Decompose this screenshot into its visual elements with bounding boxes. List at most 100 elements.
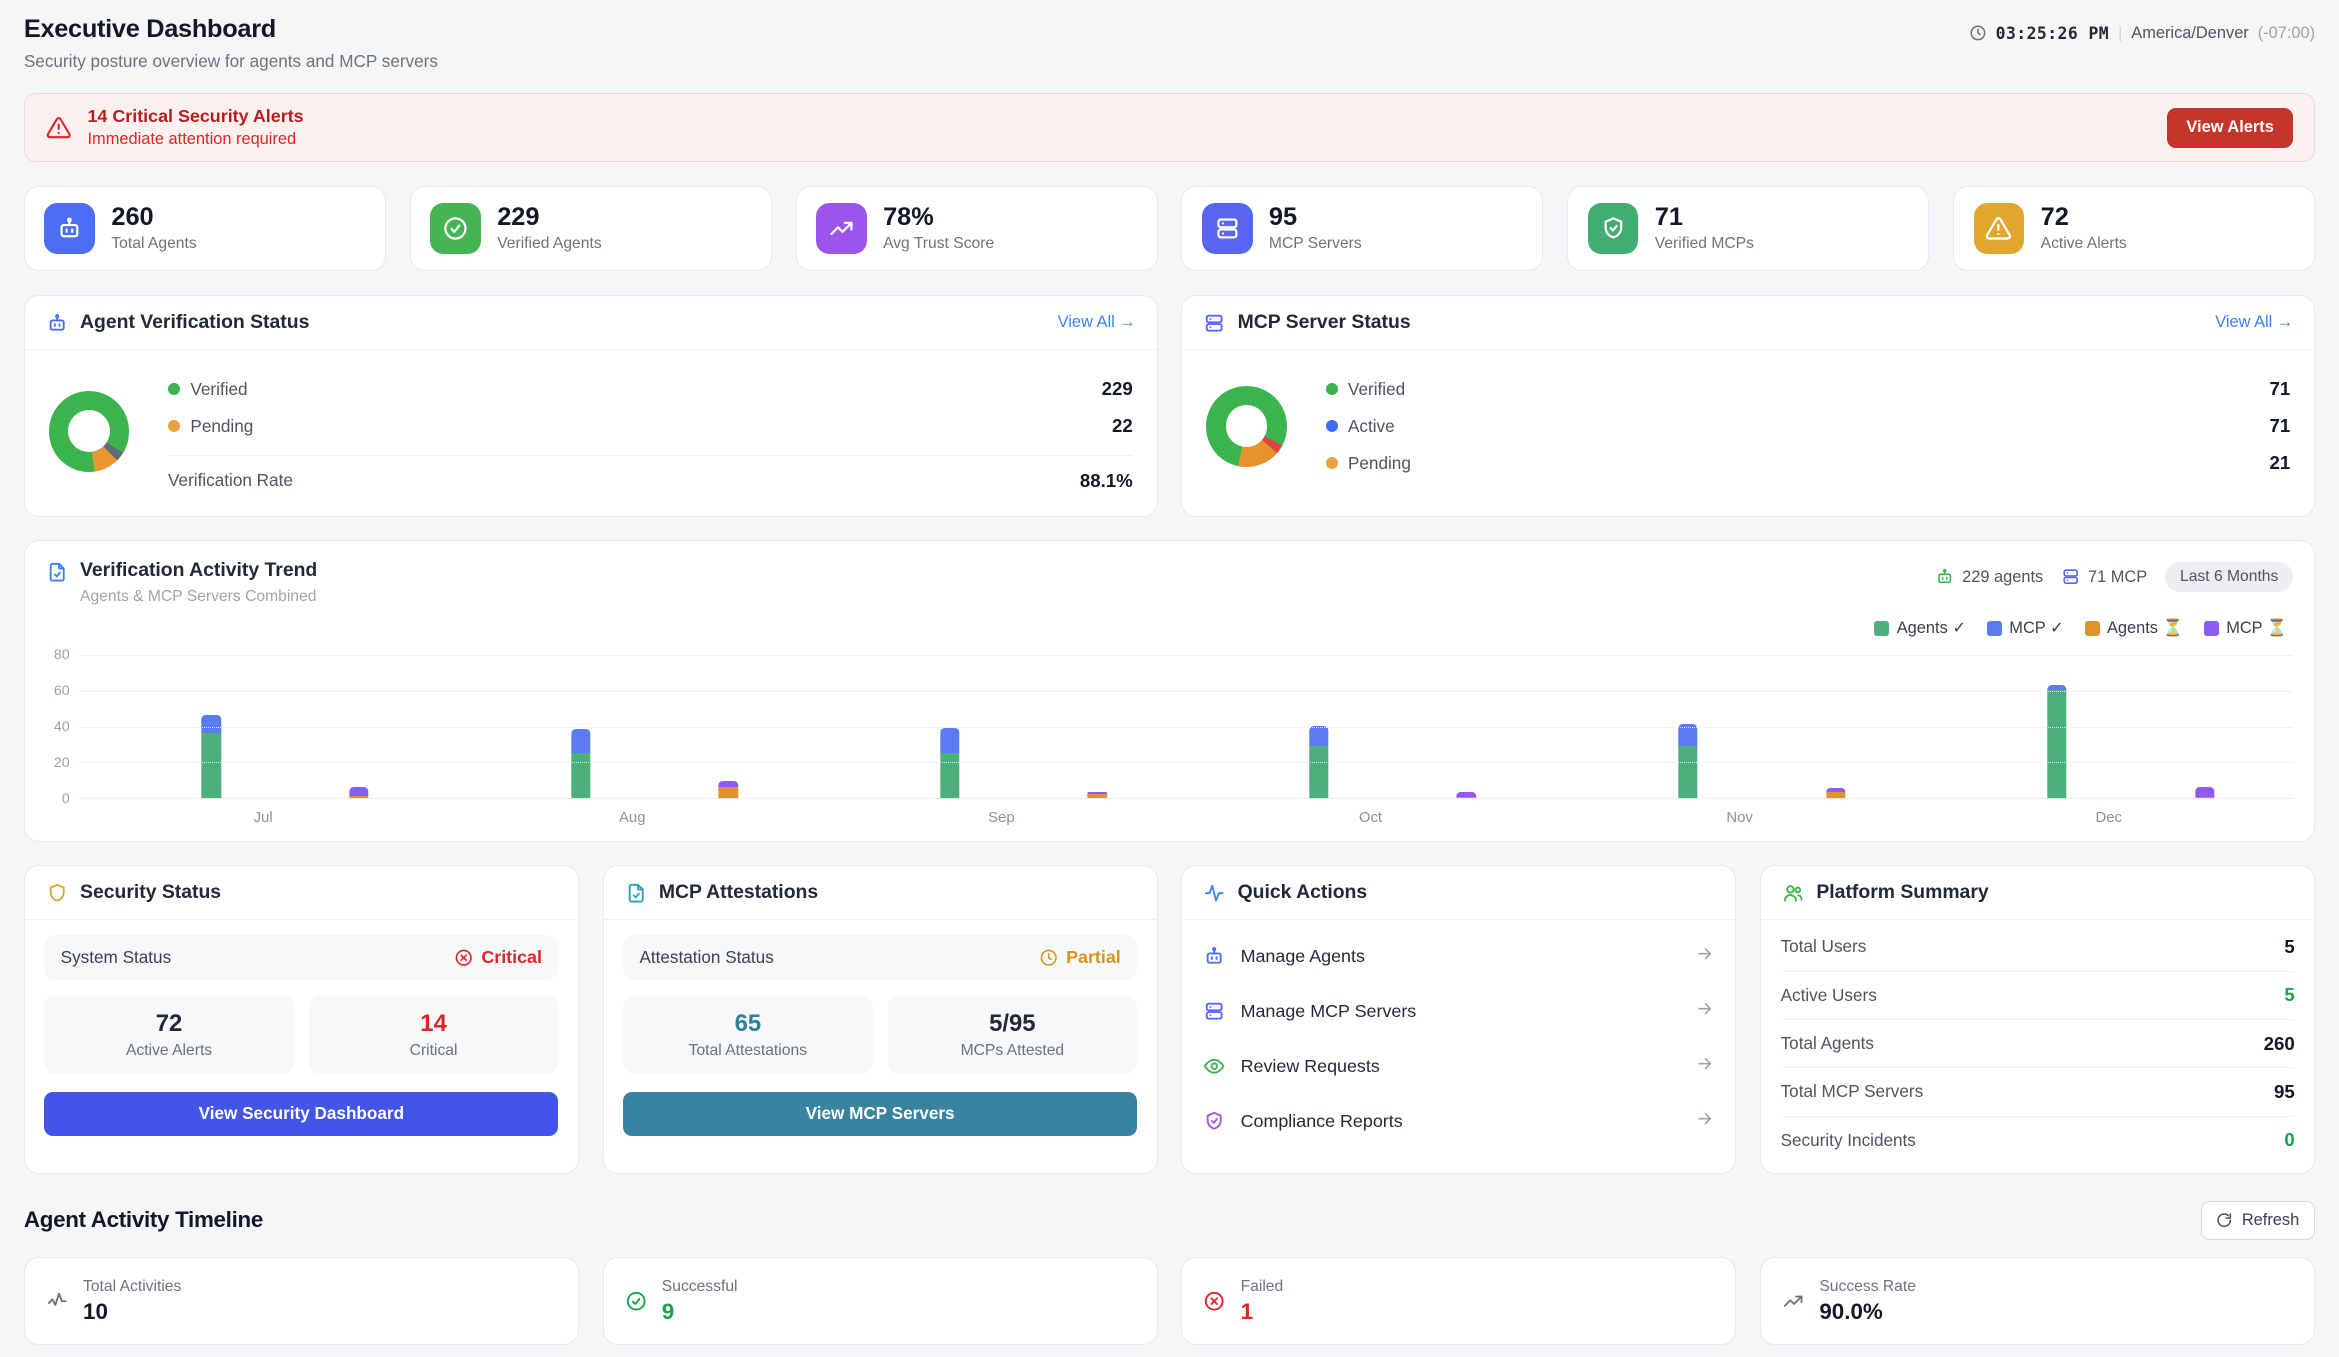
summary-value: 260 xyxy=(2264,1033,2295,1055)
timeline-cards-row: Total Activities10 Successful9 Failed1 S… xyxy=(24,1257,2315,1345)
system-status-strip: System Status Critical xyxy=(44,935,558,980)
stat-card-avg-trust-score: 78% Avg Trust Score xyxy=(796,186,1158,272)
legend-mcp-verified: MCP ✓ xyxy=(1987,618,2064,638)
alert-triangle-icon xyxy=(46,115,71,140)
quick-action-review-requests[interactable]: Review Requests xyxy=(1202,1039,1716,1094)
legend-row-verified: Verified 71 xyxy=(1326,371,2291,408)
view-alerts-button[interactable]: View Alerts xyxy=(2167,108,2293,148)
quick-action-manage-mcp-servers[interactable]: Manage MCP Servers xyxy=(1202,984,1716,1039)
legend-label: Pending xyxy=(190,416,253,437)
file-check-icon xyxy=(46,561,68,583)
refresh-button[interactable]: Refresh xyxy=(2201,1201,2316,1240)
stat-value: 78% xyxy=(883,204,994,232)
summary-row-total-users: Total Users5 xyxy=(1781,923,2295,971)
server-icon xyxy=(1203,312,1225,334)
shield-icon xyxy=(46,882,68,904)
attestation-status-strip: Attestation Status Partial xyxy=(623,935,1137,980)
stat-card-total-agents: 260Total Agents xyxy=(24,186,386,272)
summary-value: 95 xyxy=(2274,1081,2295,1103)
legend-row-verified: Verified 229 xyxy=(168,371,1133,408)
status-value: Critical xyxy=(481,947,542,968)
stat-value: 72 xyxy=(53,1010,285,1038)
server-icon xyxy=(1202,203,1253,254)
quick-action-label: Review Requests xyxy=(1241,1056,1681,1077)
file-check-icon xyxy=(625,882,647,904)
quick-action-manage-agents[interactable]: Manage Agents xyxy=(1202,929,1716,984)
quick-actions-panel: Quick Actions Manage Agents Manage MCP S… xyxy=(1181,865,1736,1173)
clock-separator: | xyxy=(2118,24,2122,43)
page-title: Executive Dashboard xyxy=(24,15,438,44)
arrow-right-icon xyxy=(1695,943,1714,971)
view-mcp-servers-button[interactable]: View MCP Servers xyxy=(623,1092,1137,1137)
summary-label: Security Incidents xyxy=(1781,1130,1916,1151)
refresh-label: Refresh xyxy=(2242,1211,2299,1230)
view-all-agents-link[interactable]: View All → xyxy=(1058,313,1136,332)
status-value: Partial xyxy=(1066,947,1121,968)
view-security-dashboard-button[interactable]: View Security Dashboard xyxy=(44,1092,558,1137)
quick-action-label: Manage MCP Servers xyxy=(1241,1001,1681,1022)
check-circle-icon xyxy=(625,1290,647,1312)
legend-swatch xyxy=(2085,621,2100,636)
refresh-icon xyxy=(2216,1212,2232,1228)
summary-value: 0 xyxy=(2284,1129,2294,1151)
page-subtitle: Security posture overview for agents and… xyxy=(24,51,438,72)
stat-label: MCP Servers xyxy=(1269,235,1362,253)
chart-legend: Agents ✓ MCP ✓ Agents ⏳ MCP ⏳ xyxy=(25,609,2314,650)
verified-dot xyxy=(1326,383,1338,395)
stat-label: Active Alerts xyxy=(53,1042,285,1060)
legend-label: Active xyxy=(1348,416,1395,437)
pending-dot xyxy=(168,420,180,432)
legend-swatch xyxy=(1874,621,1889,636)
stat-label: Total Attestations xyxy=(632,1042,864,1060)
bar-chart: 020406080 xyxy=(25,650,2314,805)
robot-icon xyxy=(1203,945,1225,967)
legend-row-active: Active 71 xyxy=(1326,408,2291,445)
stat-value: 71 xyxy=(1655,204,1754,232)
summary-value: 5 xyxy=(2284,936,2294,958)
view-all-mcp-link[interactable]: View All → xyxy=(2215,313,2293,332)
robot-icon xyxy=(1935,567,1954,586)
server-icon xyxy=(2061,567,2080,586)
agents-badge-label: 229 agents xyxy=(1962,568,2043,587)
users-icon xyxy=(1782,882,1804,904)
stat-cards-row: 260Total Agents 229Verified Agents 78%Av… xyxy=(24,186,2315,272)
strip-label: Attestation Status xyxy=(639,947,773,968)
legend-agents-verified: Agents ✓ xyxy=(1874,618,1966,638)
stat-value: 95 xyxy=(1269,204,1362,232)
summary-value: 5 xyxy=(2284,984,2294,1006)
agent-verification-panel: Agent Verification Status View All → Ver… xyxy=(24,295,1158,516)
timeline-card-label: Success Rate xyxy=(1819,1278,1916,1296)
rate-label: Verification Rate xyxy=(168,470,293,491)
summary-label: Total Agents xyxy=(1781,1033,1874,1054)
legend-swatch xyxy=(1987,621,2002,636)
alert-banner-title: 14 Critical Security Alerts xyxy=(87,106,303,127)
critical-status-badge: Critical xyxy=(454,947,542,968)
bar-verified xyxy=(940,728,959,800)
trend-subtitle: Agents & MCP Servers Combined xyxy=(80,588,317,606)
panel-title: Platform Summary xyxy=(1816,881,1988,904)
executive-dashboard-page: Executive Dashboard Security posture ove… xyxy=(0,0,2339,1357)
agent-verification-donut xyxy=(49,391,130,472)
legend-row-pending: Pending 21 xyxy=(1326,445,2291,482)
legend-label: Verified xyxy=(1348,379,1405,400)
trend-title: Verification Activity Trend xyxy=(80,559,317,582)
stat-label: MCPs Attested xyxy=(896,1042,1128,1060)
timeline-header: Agent Activity Timeline Refresh xyxy=(24,1201,2315,1240)
panel-title: Agent Verification Status xyxy=(80,311,309,334)
clock-offset: (-07:00) xyxy=(2258,24,2315,43)
arrow-right-icon xyxy=(1695,997,1714,1025)
period-badge: Last 6 Months xyxy=(2165,562,2293,592)
bottom-panels-row: Security Status System Status Critical 7… xyxy=(24,865,2315,1173)
quick-action-compliance-reports[interactable]: Compliance Reports xyxy=(1202,1094,1716,1149)
legend-text: Agents ✓ xyxy=(1897,618,1966,638)
shield-check-icon xyxy=(1588,203,1639,254)
critical-stat: 14Critical xyxy=(309,995,559,1074)
stat-card-active-alerts: 72Active Alerts xyxy=(1953,186,2315,272)
panel-title: Security Status xyxy=(80,881,221,904)
partial-status-badge: Partial xyxy=(1039,947,1121,968)
pending-dot xyxy=(1326,457,1338,469)
timeline-title: Agent Activity Timeline xyxy=(24,1207,263,1233)
stat-label: Avg Trust Score xyxy=(883,235,994,253)
critical-alert-banner: 14 Critical Security Alerts Immediate at… xyxy=(24,93,2315,162)
mcp-status-donut xyxy=(1206,386,1287,467)
